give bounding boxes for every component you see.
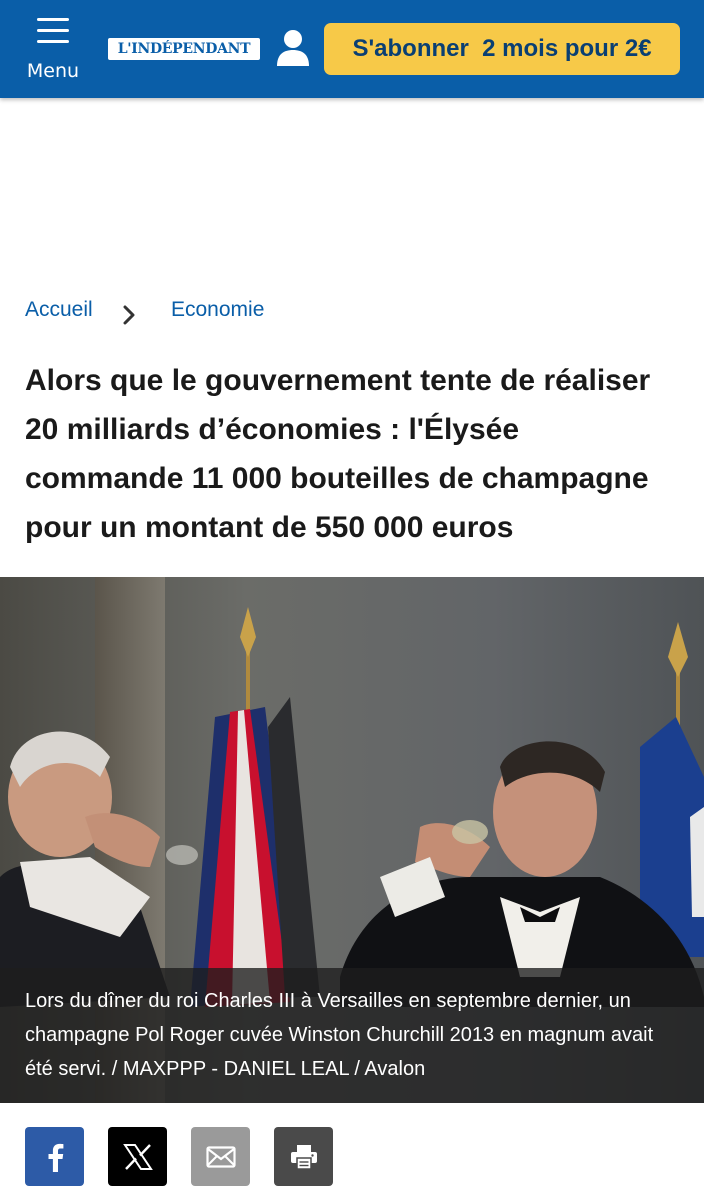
article-photo[interactable]: Lors du dîner du roi Charles III à Versa…: [0, 577, 704, 1103]
menu-label: Menu: [26, 60, 80, 82]
subscribe-label: S'abonner 2 mois pour 2€: [352, 35, 652, 62]
print-icon: [290, 1144, 317, 1170]
facebook-icon: [48, 1143, 63, 1172]
site-header: Menu L'INDÉPENDANT S'abonner 2 mois pour…: [0, 0, 704, 98]
share-bar: [25, 1127, 345, 1187]
account-button[interactable]: [274, 28, 312, 68]
site-logo[interactable]: L'INDÉPENDANT: [108, 38, 260, 60]
photo-caption: Lors du dîner du roi Charles III à Versa…: [0, 968, 704, 1103]
breadcrumb-home-link[interactable]: Accueil: [25, 298, 93, 322]
chevron-right-icon: [123, 305, 135, 325]
hamburger-icon: [37, 16, 69, 44]
share-x-button[interactable]: [108, 1127, 167, 1186]
breadcrumb: Accueil Economie: [25, 298, 685, 332]
user-icon: [277, 30, 309, 66]
share-email-button[interactable]: [191, 1127, 250, 1186]
x-icon: [122, 1143, 153, 1170]
subscribe-button[interactable]: S'abonner 2 mois pour 2€: [324, 23, 680, 75]
print-button[interactable]: [274, 1127, 333, 1186]
article-headline: Alors que le gouvernement tente de réali…: [25, 364, 651, 544]
share-facebook-button[interactable]: [25, 1127, 84, 1186]
mail-icon: [205, 1145, 236, 1168]
menu-button[interactable]: Menu: [20, 10, 86, 88]
logo-text: L'INDÉPENDANT: [117, 41, 251, 57]
breadcrumb-category-link[interactable]: Economie: [171, 298, 264, 322]
